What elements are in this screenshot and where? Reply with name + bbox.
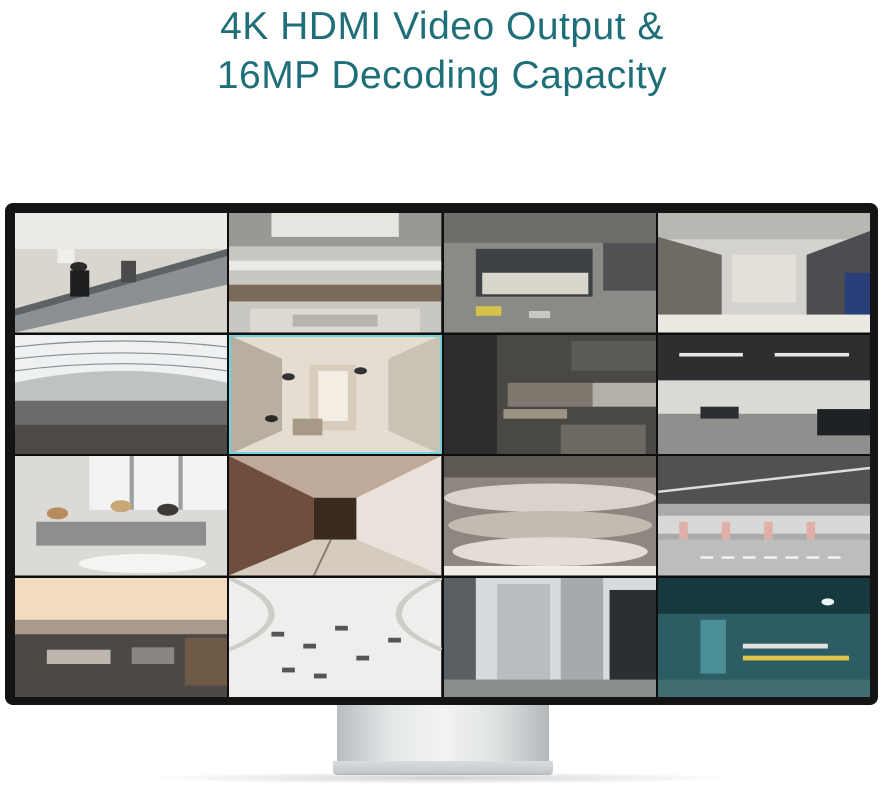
- camera-feed-mall-atrium[interactable]: [229, 213, 442, 333]
- monitor: [5, 203, 878, 705]
- camera-feed-city-street[interactable]: [443, 577, 656, 697]
- camera-feed-rooftop-terrace[interactable]: [15, 577, 228, 697]
- monitor-shadow: [140, 772, 740, 784]
- monitor-stand-neck: [337, 705, 549, 765]
- headline-line-1: 4K HDMI Video Output &: [220, 5, 664, 48]
- camera-feed-parking-entrance[interactable]: [657, 577, 870, 697]
- camera-feed-parking-garage[interactable]: [657, 456, 870, 576]
- camera-feed-escalator[interactable]: [15, 213, 228, 333]
- headline-line-2: 16MP Decoding Capacity: [216, 54, 668, 97]
- camera-feed-long-corridor[interactable]: [229, 456, 442, 576]
- camera-feed-white-atrium[interactable]: [229, 577, 442, 697]
- camera-feed-shopping-corridor[interactable]: [657, 213, 870, 333]
- camera-grid: [15, 213, 870, 697]
- camera-feed-aerial-street[interactable]: [443, 213, 656, 333]
- headline: 4K HDMI Video Output & 16MP Decoding Cap…: [0, 2, 884, 100]
- camera-feed-glass-arcade[interactable]: [15, 334, 228, 454]
- camera-feed-outdoor-plaza[interactable]: [443, 334, 656, 454]
- camera-feed-mall-floors[interactable]: [443, 456, 656, 576]
- camera-feed-store-interior[interactable]: [229, 334, 442, 454]
- camera-feed-underground-parking[interactable]: [657, 334, 870, 454]
- camera-feed-office-lounge[interactable]: [15, 456, 228, 576]
